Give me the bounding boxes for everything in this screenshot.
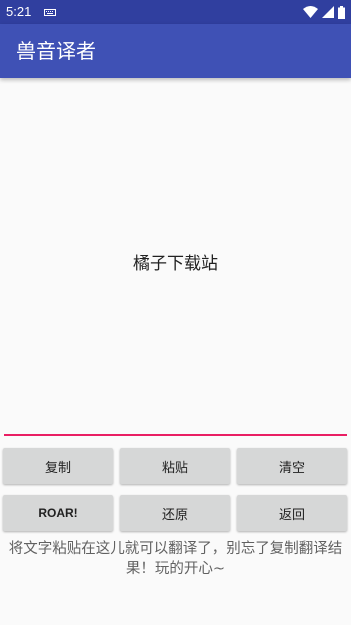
keyboard-icon [44, 9, 56, 16]
copy-button[interactable]: 复制 [3, 448, 113, 484]
clear-button[interactable]: 清空 [237, 448, 347, 484]
text-area-content: 橘子下载站 [133, 254, 218, 274]
status-icons [303, 5, 345, 19]
translation-text-area[interactable]: 橘子下载站 [4, 86, 347, 436]
back-button[interactable]: 返回 [237, 495, 347, 531]
signal-icon [322, 6, 334, 18]
app-screen: 5:21 兽音译者 橘子下载站 复制 粘贴 清空 ROAR! 还原 返回 将文字… [0, 0, 351, 625]
wifi-icon [303, 6, 318, 18]
roar-button[interactable]: ROAR! [3, 495, 113, 531]
status-bar: 5:21 [0, 0, 351, 24]
app-title: 兽音译者 [16, 39, 96, 63]
status-time: 5:21 [6, 4, 32, 19]
battery-icon [338, 5, 345, 19]
hint-text: 将文字粘贴在这儿就可以翻译了，别忘了复制翻译结果！玩的开心~ [8, 541, 343, 577]
text-area-underline [4, 434, 347, 436]
paste-button[interactable]: 粘贴 [120, 448, 230, 484]
restore-button[interactable]: 还原 [120, 495, 230, 531]
app-bar: 兽音译者 [0, 24, 351, 78]
